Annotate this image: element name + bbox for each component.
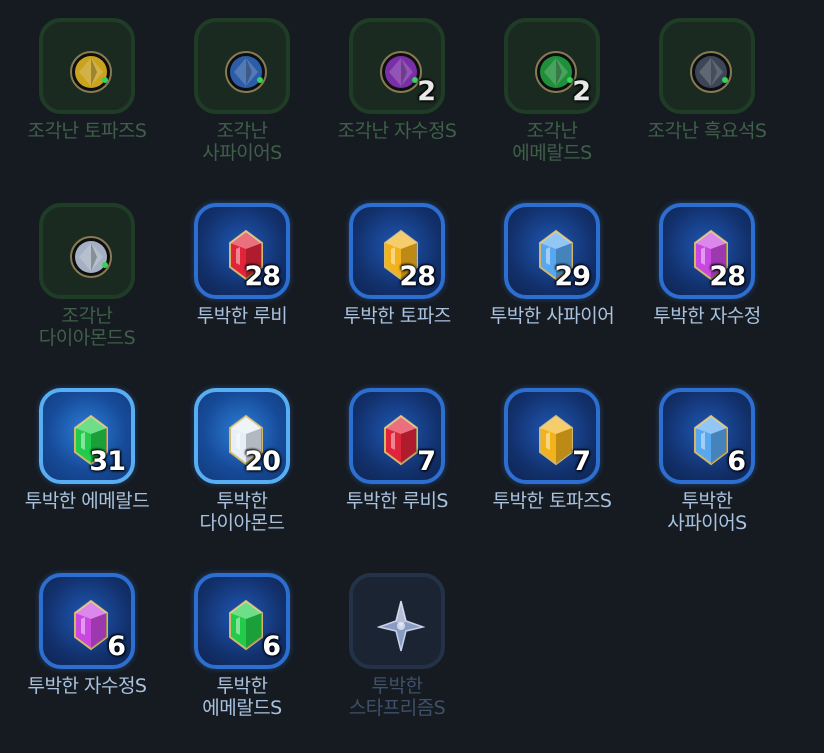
inventory-item[interactable]: 2 조각난 자수정S [310,18,465,198]
item-label: 투박한 에메랄드S [202,675,282,719]
item-label: 조각난 자수정S [337,120,457,142]
item-label: 투박한 토파즈S [492,490,612,512]
inventory-item[interactable]: 6 투박한 에메랄드S [155,573,310,753]
item-label: 조각난 다이아몬드S [38,305,136,349]
item-slot[interactable] [39,203,135,299]
shard-icon [67,42,115,98]
item-slot[interactable]: 6 [39,573,135,669]
inventory-item[interactable]: 20 투박한 다이아몬드 [155,388,310,568]
inventory-grid: 조각난 토파즈S 조각난 사파이어S 2 조각난 자수정S 2 조각난 에메랄드S 조각난 … [0,0,824,752]
item-label: 투박한 루비 [196,305,288,327]
item-slot[interactable]: 20 [194,388,290,484]
inventory-item[interactable]: 7 투박한 토파즈S [465,388,620,568]
item-slot[interactable] [194,18,290,114]
inventory-item[interactable]: 6 투박한 사파이어S [620,388,775,568]
item-count: 6 [727,446,746,477]
item-slot[interactable]: 6 [194,573,290,669]
item-count: 28 [399,261,436,292]
item-label: 투박한 스타프리즘S [348,675,446,719]
item-label: 조각난 에메랄드S [512,120,592,164]
item-count: 28 [244,261,281,292]
item-count: 20 [244,446,281,477]
item-slot[interactable] [349,573,445,669]
item-label: 투박한 사파이어S [667,490,747,534]
item-slot[interactable] [39,18,135,114]
item-slot[interactable]: 2 [349,18,445,114]
inventory-item[interactable]: 28 투박한 토파즈 [310,203,465,383]
shard-icon [222,42,270,98]
item-slot[interactable]: 6 [659,388,755,484]
inventory-item[interactable]: 조각난 토파즈S [0,18,155,198]
item-label: 투박한 자수정S [27,675,147,697]
item-label: 조각난 사파이어S [202,120,282,164]
item-count: 28 [709,261,746,292]
inventory-item[interactable]: 28 투박한 자수정 [620,203,775,383]
item-slot[interactable]: 7 [349,388,445,484]
item-count: 2 [572,76,591,107]
shard-icon [67,227,115,283]
item-label: 투박한 사파이어 [489,305,615,327]
item-label: 투박한 자수정 [653,305,761,327]
item-label: 조각난 토파즈S [27,120,147,142]
inventory-item[interactable]: 31 투박한 에메랄드 [0,388,155,568]
inventory-item[interactable]: 2 조각난 에메랄드S [465,18,620,198]
inventory-item[interactable]: 6 투박한 자수정S [0,573,155,753]
item-slot[interactable]: 29 [504,203,600,299]
item-label: 투박한 다이아몬드 [199,490,285,534]
item-slot[interactable]: 28 [659,203,755,299]
inventory-item[interactable]: 28 투박한 루비 [155,203,310,383]
item-count: 31 [89,446,126,477]
item-slot[interactable]: 31 [39,388,135,484]
inventory-item[interactable]: 조각난 다이아몬드S [0,203,155,383]
item-count: 2 [417,76,436,107]
inventory-item[interactable]: 조각난 흑요석S [620,18,775,198]
item-slot[interactable]: 28 [194,203,290,299]
item-count: 29 [554,261,591,292]
inventory-item[interactable]: 29 투박한 사파이어 [465,203,620,383]
item-count: 7 [417,446,436,477]
inventory-item[interactable]: 투박한 스타프리즘S [310,573,465,753]
item-count: 6 [107,631,126,662]
item-slot[interactable]: 7 [504,388,600,484]
inventory-item[interactable]: 조각난 사파이어S [155,18,310,198]
item-slot[interactable]: 2 [504,18,600,114]
item-label: 투박한 에메랄드 [24,490,150,512]
item-slot[interactable] [659,18,755,114]
item-label: 투박한 토파즈 [343,305,451,327]
item-count: 7 [572,446,591,477]
item-count: 6 [262,631,281,662]
item-slot[interactable]: 28 [349,203,445,299]
star-prism-icon [376,597,426,653]
item-label: 투박한 루비S [345,490,449,512]
item-label: 조각난 흑요석S [647,120,767,142]
inventory-item[interactable]: 7 투박한 루비S [310,388,465,568]
shard-icon [687,42,735,98]
